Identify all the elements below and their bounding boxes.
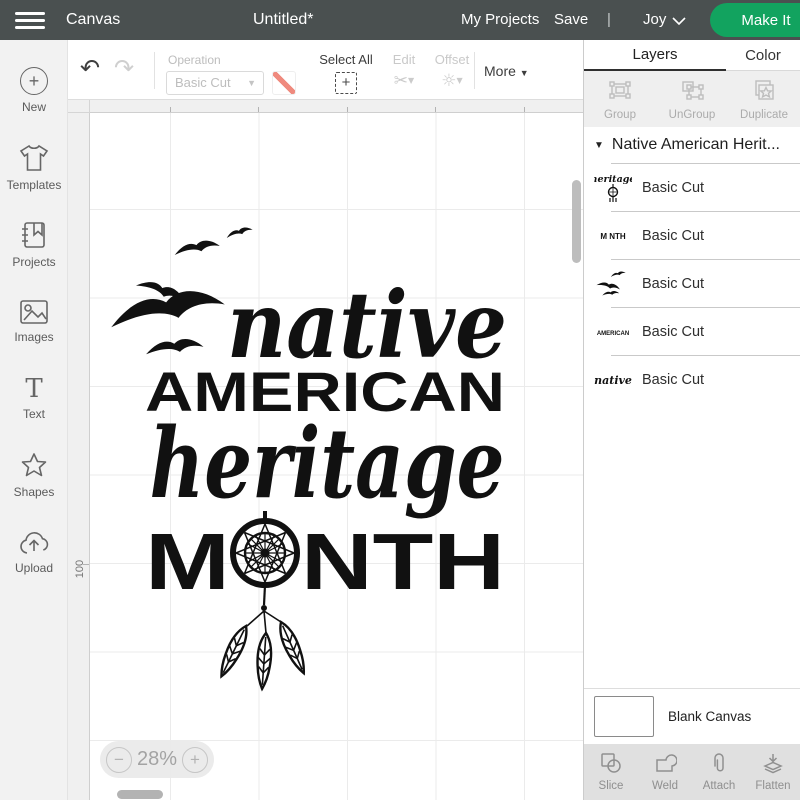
layer-thumbnail-birds [594,265,632,303]
redo-icon[interactable]: ↷ [114,54,134,82]
top-header: Canvas Untitled* My Projects Save | Joy … [0,0,800,40]
blank-canvas-swatch[interactable] [594,696,654,737]
edit-button[interactable]: Edit ✂▼ [380,52,428,91]
shapes-icon [19,451,49,480]
color-swatch[interactable] [272,71,296,95]
horizontal-ruler [90,100,583,113]
text-icon: T [25,376,42,402]
operation-select[interactable]: Basic Cut▼ [166,71,264,95]
menu-icon[interactable] [15,12,45,29]
make-it-button[interactable]: Make It [710,3,800,37]
document-title[interactable]: Untitled* [253,0,313,40]
combine-toolbar: Slice Weld Attach Flatten [584,744,800,800]
duplicate-button[interactable]: Duplicate [728,78,800,121]
weld-button[interactable]: Weld [638,752,692,792]
layer-thumbnail-american: AMERICAN [594,313,632,351]
blank-canvas-row[interactable]: Blank Canvas [584,688,800,744]
flatten-button[interactable]: Flatten [746,752,800,792]
layers-panel: Layers Color Group UnGroup Duplicate ▼ N… [583,40,800,800]
weld-icon [653,752,677,774]
layer-thumbnail-month: M NTH [594,217,632,255]
word-heritage: heritage [150,407,505,520]
zoom-control: − 28% + [100,741,214,778]
layer-group-header[interactable]: ▼ Native American Herit... [584,127,800,163]
toolbar-divider [474,52,475,89]
images-icon [19,299,49,325]
horizontal-scrollbar[interactable] [117,790,163,799]
new-icon: + [20,67,48,95]
upload-cloud-icon [18,530,50,556]
offset-sun-icon: ☼▼ [426,71,478,91]
undo-icon[interactable]: ↶ [80,54,100,82]
group-icon [607,78,633,102]
more-button[interactable]: More ▼ [484,63,529,79]
vertical-scrollbar[interactable] [572,180,581,263]
sidebar-item-new[interactable]: + New [0,54,68,126]
tab-layers[interactable]: Layers [584,40,726,71]
slice-icon [599,752,623,774]
chevron-down-icon[interactable] [672,17,686,25]
word-month-m: M [145,517,230,606]
sidebar-item-upload[interactable]: Upload [0,516,68,588]
duplicate-icon [751,78,777,102]
select-all-icon: + [335,72,357,94]
my-projects-link[interactable]: My Projects [461,0,539,40]
layer-thumbnail-native: native [594,361,632,399]
panel-tabs: Layers Color [584,40,800,71]
layer-row-month[interactable]: M NTH Basic Cut [584,212,800,259]
tshirt-icon [18,143,50,173]
vertical-ruler: 100 [68,113,90,800]
attach-button[interactable]: Attach [692,752,746,792]
design-artwork[interactable]: native AMERICAN heritage M NTH [95,215,515,715]
save-button[interactable]: Save [554,0,588,40]
svg-text:heritage: heritage [594,174,632,185]
select-all-button[interactable]: Select All + [313,52,379,94]
operation-label: Operation [168,53,221,67]
ungroup-icon [679,78,705,102]
svg-text:native: native [594,374,632,387]
left-sidebar: + New Templates Projects Images T Text S… [0,40,68,800]
layer-row-birds[interactable]: Basic Cut [584,260,800,307]
user-menu[interactable]: Joy [643,0,666,40]
canvas-area: 100 [68,100,583,800]
flatten-icon [761,752,785,774]
sidebar-item-templates[interactable]: Templates [0,131,68,203]
svg-text:AMERICAN: AMERICAN [597,331,629,337]
sidebar-item-text[interactable]: T Text [0,362,68,434]
zoom-out-button[interactable]: − [106,747,132,773]
projects-icon [20,220,48,250]
attach-icon [707,752,731,774]
page-title: Canvas [66,0,120,40]
edit-toolbar: ↶ ↷ Operation Basic Cut▼ Select All + Ed… [68,40,583,100]
group-button[interactable]: Group [584,78,656,121]
sidebar-item-images[interactable]: Images [0,285,68,357]
cricut-design-space-app: Canvas Untitled* My Projects Save | Joy … [0,0,800,800]
layer-row-american[interactable]: AMERICAN Basic Cut [584,308,800,355]
sidebar-item-shapes[interactable]: Shapes [0,439,68,511]
scissors-icon: ✂▼ [380,71,428,91]
ungroup-button[interactable]: UnGroup [656,78,728,121]
ruler-label-100: 100 [74,558,86,580]
svg-text:M NTH: M NTH [600,232,626,241]
slice-button[interactable]: Slice [584,752,638,792]
layer-row-heritage[interactable]: heritage Basic Cut [584,164,800,211]
layer-group-title: Native American Herit... [612,136,780,154]
ruler-corner [68,100,90,113]
tab-color[interactable]: Color [726,40,800,71]
word-month-nth: NTH [301,517,505,606]
offset-button[interactable]: Offset ☼▼ [426,52,478,91]
header-divider: | [607,0,611,40]
chevron-down-icon: ▼ [594,140,604,151]
layer-thumbnail-heritage: heritage [594,169,632,207]
zoom-in-button[interactable]: + [182,747,208,773]
layer-row-native[interactable]: native Basic Cut [584,356,800,403]
toolbar-divider [154,52,155,89]
sidebar-item-projects[interactable]: Projects [0,208,68,280]
layer-actions: Group UnGroup Duplicate [584,71,800,127]
zoom-level: 28% [137,748,177,771]
